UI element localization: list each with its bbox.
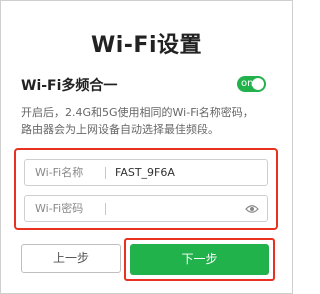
description-line-1: 开启后，2.4G和5G使用相同的Wi-Fi名称密码， (21, 106, 254, 119)
next-step-highlight: 下一步 (124, 238, 275, 281)
toggle-knob (252, 78, 264, 90)
field-separator (105, 167, 106, 179)
wifi-name-field[interactable]: Wi-Fi名称 FAST_9F6A (24, 159, 268, 186)
multi-band-label: Wi-Fi多频合一 (21, 78, 118, 94)
description-line-2: 路由器会为上网设备自动选择最佳频段。 (21, 123, 219, 136)
wifi-name-label: Wi-Fi名称 (35, 166, 84, 179)
next-step-button[interactable]: 下一步 (130, 244, 269, 275)
prev-step-button[interactable]: 上一步 (21, 244, 121, 273)
wifi-name-value[interactable]: FAST_9F6A (115, 166, 175, 180)
multi-band-description: 开启后，2.4G和5G使用相同的Wi-Fi名称密码， 路由器会为上网设备自动选择… (21, 104, 276, 138)
eye-icon[interactable] (245, 204, 259, 214)
multi-band-toggle[interactable]: on (237, 76, 266, 92)
field-separator (105, 203, 106, 215)
wifi-credentials-group: Wi-Fi名称 FAST_9F6A Wi-Fi密码 (14, 148, 278, 230)
wifi-setup-panel: Wi-Fi设置 Wi-Fi多频合一 on 开启后，2.4G和5G使用相同的Wi-… (0, 0, 293, 294)
page-title: Wi-Fi设置 (90, 33, 202, 58)
wifi-password-label: Wi-Fi密码 (35, 202, 84, 215)
wifi-password-field[interactable]: Wi-Fi密码 (24, 195, 268, 222)
